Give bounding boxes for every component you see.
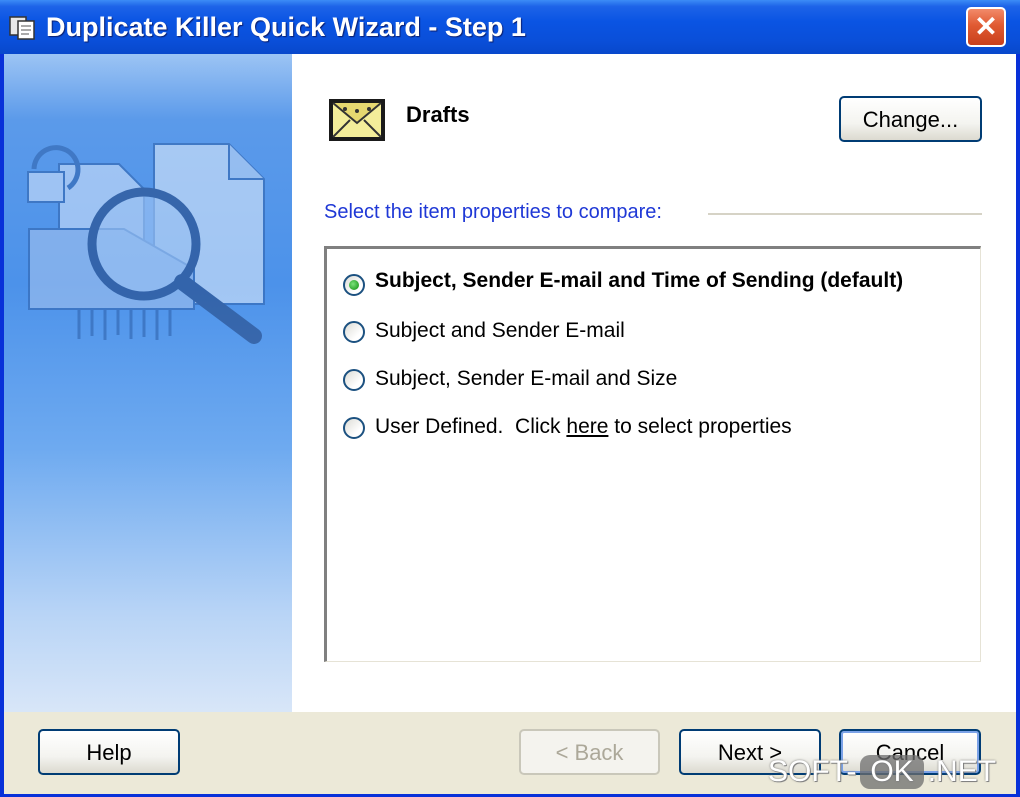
- select-properties-link[interactable]: here: [566, 415, 608, 438]
- watermark: SOFT- OK .NET: [768, 755, 996, 789]
- option-label: Subject and Sender E-mail: [375, 319, 625, 342]
- window-title: Duplicate Killer Quick Wizard - Step 1: [46, 12, 526, 42]
- duplicate-search-illustration-icon: [27, 143, 265, 344]
- user-defined-suffix: to select properties: [608, 415, 792, 438]
- watermark-prefix: SOFT-: [768, 755, 857, 788]
- drafts-envelope-icon: [329, 99, 385, 141]
- wizard-side-panel: [4, 54, 292, 712]
- dialog-body: Drafts Change... Select the item propert…: [4, 54, 1016, 794]
- app-icon: [9, 16, 35, 40]
- close-icon: ✕: [974, 11, 998, 42]
- option-label: Subject, Sender E-mail and Size: [375, 367, 678, 390]
- watermark-ok: OK: [860, 755, 924, 789]
- divider: [708, 213, 982, 216]
- compare-options-group: Subject, Sender E-mail and Time of Sendi…: [324, 246, 981, 662]
- wizard-content: Drafts Change... Select the item propert…: [292, 54, 1016, 712]
- wizard-window: Duplicate Killer Quick Wizard - Step 1 ✕: [0, 0, 1020, 797]
- change-folder-button[interactable]: Change...: [839, 96, 982, 142]
- user-defined-text: User Defined. Click: [375, 415, 567, 438]
- watermark-suffix: .NET: [927, 755, 997, 788]
- folder-name: Drafts: [406, 102, 470, 127]
- option-label: Subject, Sender E-mail and Time of Sendi…: [375, 269, 904, 292]
- option-label: User Defined. Click here to select prope…: [375, 415, 792, 439]
- radio-button[interactable]: [343, 321, 365, 343]
- help-button[interactable]: Help: [38, 729, 180, 775]
- back-button[interactable]: < Back: [519, 729, 660, 775]
- title-bar[interactable]: Duplicate Killer Quick Wizard - Step 1 ✕: [0, 0, 1020, 54]
- close-button[interactable]: ✕: [966, 7, 1006, 47]
- compare-prompt: Select the item properties to compare:: [324, 201, 662, 223]
- radio-button[interactable]: [343, 417, 365, 439]
- radio-button[interactable]: [343, 369, 365, 391]
- radio-button[interactable]: [343, 274, 365, 296]
